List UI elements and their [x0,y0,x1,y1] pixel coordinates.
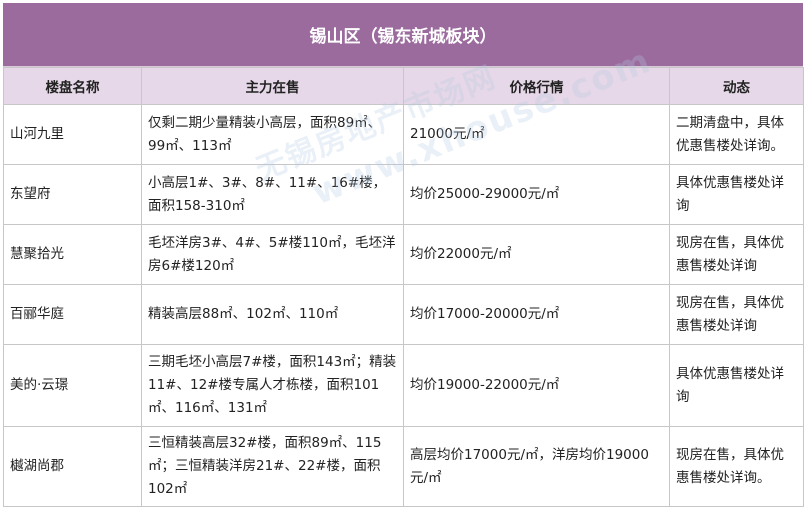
main-offer: 三期毛坯小高层7#楼，面积143㎡；精装11#、12#楼专属人才栋楼，面积101… [141,344,404,427]
main-offer: 仅剩二期少量精装小高层，面积89㎡、99㎡、113㎡ [141,104,404,165]
price-table-container: 锡山区（锡东新城板块） 楼盘名称 主力在售 价格行情 动态 山河九里 仅剩二期少… [3,3,804,507]
property-name: 樾湖尚郡 [3,426,142,507]
status: 具体优惠售楼处详询 [669,164,804,225]
price: 均价22000元/㎡ [403,224,670,285]
main-offer: 精装高层88㎡、102㎡、110㎡ [141,284,404,345]
column-header-price: 价格行情 [403,67,670,105]
price: 均价19000-22000元/㎡ [403,344,670,427]
table-row: 樾湖尚郡 三恒精装高层32#楼，面积89㎡、115㎡；三恒精装洋房21#、22#… [3,426,804,507]
status: 现房在售，具体优惠售楼处详询。 [669,426,804,507]
column-header-name: 楼盘名称 [3,67,142,105]
table-title: 锡山区（锡东新城板块） [3,3,803,67]
property-name: 山河九里 [3,104,142,165]
property-name: 慧聚拾光 [3,224,142,285]
property-name: 东望府 [3,164,142,225]
status: 具体优惠售楼处详询 [669,344,804,427]
column-header-main: 主力在售 [141,67,404,105]
main-offer: 毛坯洋房3#、4#、5#楼110㎡，毛坯洋房6#楼120㎡ [141,224,404,285]
table-row: 百郦华庭 精装高层88㎡、102㎡、110㎡ 均价17000-20000元/㎡ … [3,284,804,345]
table-row: 美的·云璟 三期毛坯小高层7#楼，面积143㎡；精装11#、12#楼专属人才栋楼… [3,344,804,427]
table-row: 东望府 小高层1#、3#、8#、11#、16#楼，面积158-310㎡ 均价25… [3,164,804,225]
table-row: 山河九里 仅剩二期少量精装小高层，面积89㎡、99㎡、113㎡ 21000元/㎡… [3,104,804,165]
main-offer: 三恒精装高层32#楼，面积89㎡、115㎡；三恒精装洋房21#、22#楼，面积1… [141,426,404,507]
status: 现房在售，具体优惠售楼处详询 [669,224,804,285]
main-offer: 小高层1#、3#、8#、11#、16#楼，面积158-310㎡ [141,164,404,225]
table-row: 慧聚拾光 毛坯洋房3#、4#、5#楼110㎡，毛坯洋房6#楼120㎡ 均价220… [3,224,804,285]
property-table: 楼盘名称 主力在售 价格行情 动态 山河九里 仅剩二期少量精装小高层，面积89㎡… [3,67,804,507]
header-row: 楼盘名称 主力在售 价格行情 动态 [3,67,804,105]
status: 二期清盘中，具体优惠售楼处详询。 [669,104,804,165]
price: 均价17000-20000元/㎡ [403,284,670,345]
price: 高层均价17000元/㎡，洋房均价19000元/㎡ [403,426,670,507]
price: 21000元/㎡ [403,104,670,165]
price: 均价25000-29000元/㎡ [403,164,670,225]
status: 现房在售，具体优惠售楼处详询 [669,284,804,345]
property-name: 美的·云璟 [3,344,142,427]
column-header-status: 动态 [669,67,804,105]
property-name: 百郦华庭 [3,284,142,345]
